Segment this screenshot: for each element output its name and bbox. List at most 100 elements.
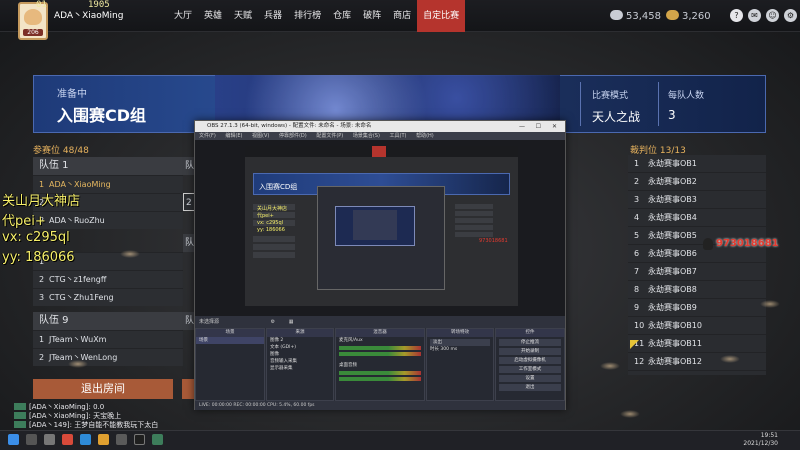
obs-properties-icon[interactable]: ⚙ [271, 319, 275, 325]
referee-row[interactable]: 9 永劫赛事OB9 [628, 299, 766, 317]
taskbar-app-icon[interactable] [152, 434, 163, 445]
team-row[interactable]: 2 JTeam丶WenLong [33, 348, 183, 366]
transition-duration[interactable]: 时长 300 ms [427, 346, 493, 353]
scene-item[interactable]: 场景 [196, 337, 264, 344]
source-item[interactable]: 音频输入采集 [267, 358, 333, 365]
coupon-display: 3,260 [666, 10, 711, 22]
obs-mixer-dock: 混音器 麦克风/Aux 桌面音频 [335, 328, 425, 401]
referee-row[interactable]: 8 永劫赛事OB8 [628, 281, 766, 299]
obs-title-bar[interactable]: OBS 27.1.3 (64-bit, windows) - 配置文件: 未命名… [195, 121, 565, 132]
settings-button[interactable]: 设置 [499, 375, 561, 382]
team-row[interactable]: 3 ADA丶RuoZhu [33, 211, 183, 229]
mixer-volume-meter[interactable] [339, 377, 421, 381]
nav-talent[interactable]: 天赋 [228, 0, 258, 32]
exit-button[interactable]: 退出 [499, 384, 561, 391]
obs-menu-view[interactable]: 视图(V) [252, 133, 269, 139]
mail-icon[interactable]: ✉ [748, 9, 761, 22]
nav-heroes[interactable]: 英雄 [198, 0, 228, 32]
obs-menu-help[interactable]: 帮助(H) [416, 133, 434, 139]
studio-mode-button[interactable]: 工作室模式 [499, 366, 561, 373]
referee-row[interactable]: 7 永劫赛事OB7 [628, 263, 766, 281]
settings-gear-icon[interactable]: ⚙ [784, 9, 797, 22]
banner-divider [658, 82, 659, 126]
referee-row[interactable]: 4 永劫赛事OB4 [628, 209, 766, 227]
referee-row[interactable]: 10 永劫赛事OB10 [628, 317, 766, 335]
nav-shop[interactable]: 商店 [387, 0, 417, 32]
source-item[interactable]: 文本 (GDI+) [267, 344, 333, 351]
player-slot-name: CTG丶Zhu1Feng [49, 293, 114, 302]
close-icon[interactable]: ✕ [552, 121, 557, 132]
referee-row[interactable]: 11 永劫赛事OB11 [628, 335, 766, 353]
referee-row[interactable]: 12 永劫赛事OB12 [628, 353, 766, 371]
start-menu-icon[interactable] [8, 434, 19, 445]
obs-filters-icon[interactable]: ▦ [289, 319, 294, 325]
secondary-button-peek[interactable] [182, 379, 194, 399]
obs-sources-dock: 来源 图像 2 文本 (GDI+) 图像 音频输入采集 显示器采集 [266, 328, 334, 401]
obs-preview[interactable]: 入围赛CD组 关山月大神店 代pei+ vx: c295ql yy: 18606… [195, 140, 565, 316]
chat-line: [ADA丶149]: 王梦自能不能教我玩下太白 [14, 420, 158, 430]
overlay-number-2: 1905 [88, 0, 110, 10]
obs-menu-edit[interactable]: 编辑(E) [225, 133, 242, 139]
bokeh-light [68, 360, 88, 368]
virtual-camera-button[interactable]: 启动虚拟摄像机 [499, 357, 561, 364]
stream-overlay-line: yy: 186066 [2, 250, 75, 265]
taskbar-app-icon[interactable] [62, 434, 73, 445]
captured-row [253, 236, 295, 242]
obs-controls-dock: 控件 停止推流 开始录制 启动虚拟摄像机 工作室模式 设置 退出 [495, 328, 565, 401]
obs-window[interactable]: OBS 27.1.3 (64-bit, windows) - 配置文件: 未命名… [194, 120, 566, 410]
nav-warehouse[interactable]: 仓库 [327, 0, 357, 32]
stop-streaming-button[interactable]: 停止推流 [499, 339, 561, 346]
team-row[interactable]: 2 CTG丶z1fengff [33, 270, 183, 288]
referee-row[interactable]: 1 永劫赛事OB1 [628, 155, 766, 173]
nav-formation[interactable]: 破阵 [357, 0, 387, 32]
avatar-face [24, 9, 42, 25]
nav-custom-match[interactable]: 自定比赛 [417, 0, 466, 32]
mode-label: 比赛模式 [592, 91, 629, 101]
source-item[interactable]: 图像 2 [267, 337, 333, 344]
team-row[interactable]: 3 CTG丶Zhu1Feng [33, 288, 183, 306]
obs-menu-profile[interactable]: 配置文件(P) [316, 133, 343, 139]
taskbar-app-icon[interactable] [80, 434, 91, 445]
mixer-volume-meter[interactable] [339, 352, 421, 356]
source-item[interactable]: 显示器采集 [267, 365, 333, 372]
player-slot-name: CTG丶z1fengff [49, 275, 107, 284]
obs-taskbar-icon[interactable] [134, 434, 145, 445]
help-icon[interactable]: ? [730, 9, 743, 22]
task-view-icon[interactable] [44, 434, 55, 445]
mixer-volume-meter[interactable] [339, 346, 421, 350]
captured-row [253, 252, 295, 258]
gold-display: 53,458 [610, 10, 661, 22]
obs-menu-tools[interactable]: 工具(T) [390, 133, 407, 139]
taskbar-app-icon[interactable] [116, 434, 127, 445]
nav-lobby[interactable]: 大厅 [168, 0, 198, 32]
obs-status-bar: LIVE: 00:00:00 REC: 00:00:00 CPU: 5.4%, … [195, 401, 565, 410]
taskbar-app-icon[interactable] [98, 434, 109, 445]
referee-row[interactable]: 3 永劫赛事OB3 [628, 191, 766, 209]
nav-weapons[interactable]: 兵器 [258, 0, 288, 32]
mixer-volume-meter[interactable] [339, 371, 421, 375]
bokeh-light [120, 250, 140, 258]
team-row[interactable]: 1 JTeam丶WuXm [33, 330, 183, 348]
exit-room-button[interactable]: 退出房间 [33, 379, 173, 399]
stream-overlay-line: vx: c295ql [2, 230, 70, 245]
obs-menu-docks[interactable]: 停靠部件(D) [279, 133, 307, 139]
nav-ranking[interactable]: 排行榜 [288, 0, 327, 32]
friends-icon[interactable]: ☺ [766, 9, 779, 22]
source-item[interactable]: 图像 [267, 351, 333, 358]
player-slot-name: ADA丶XiaoMing [49, 180, 111, 189]
system-clock[interactable]: 19:51 2021/12/30 [743, 432, 778, 448]
search-icon[interactable] [26, 434, 37, 445]
team-header: 队伍 1 [33, 157, 183, 175]
obs-menu-scene-collection[interactable]: 场景集合(S) [353, 133, 380, 139]
captured-row [253, 244, 295, 250]
chat-channel-icon [14, 403, 26, 410]
banner-divider [580, 82, 581, 126]
referee-row[interactable]: 2 永劫赛事OB2 [628, 173, 766, 191]
obs-menu-file[interactable]: 文件(F) [199, 133, 216, 139]
team-size-value: 3 [668, 108, 676, 122]
minimize-icon[interactable]: — [519, 121, 525, 132]
transition-select[interactable]: 淡出 [430, 339, 490, 346]
start-recording-button[interactable]: 开始录制 [499, 348, 561, 355]
stream-overlay-line: 代pei+ [2, 214, 46, 229]
maximize-icon[interactable]: ☐ [536, 121, 541, 132]
